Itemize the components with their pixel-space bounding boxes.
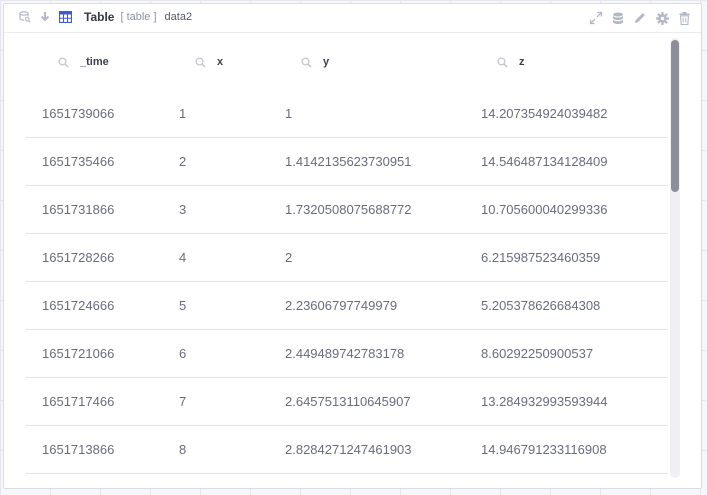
scrollbar-thumb[interactable] [671,40,679,192]
cell-x: 8 [163,425,269,474]
table-row: 1651739066 1 1 14.207354924039482 [26,90,668,138]
table-row: 1651724666 5 2.23606797749979 5.20537862… [26,281,668,330]
search-icon[interactable] [299,55,313,69]
delete-icon[interactable] [677,11,691,25]
cell-x: 7 [163,377,269,426]
cell-x: 2 [163,137,269,186]
column-header-y[interactable]: y [269,34,465,90]
cell-z: 8.60292250900537 [465,329,668,378]
search-icon[interactable] [193,55,207,69]
cell-y: 2.6457513110645907 [269,377,465,426]
cell-time: 1651735466 [26,137,163,186]
cell-time: 1651739066 [26,90,163,138]
cell-time: 1651728266 [26,233,163,282]
cell-x: 4 [163,233,269,282]
database-search-icon[interactable] [18,10,32,24]
download-icon[interactable] [38,10,52,24]
cell-y: 2.23606797749979 [269,281,465,330]
expand-icon[interactable] [589,11,603,25]
database-icon[interactable] [611,11,625,25]
search-icon[interactable] [56,55,70,69]
column-header-label: x [217,56,224,68]
cell-y: 1.4142135623730951 [269,137,465,186]
panel-title-group: Table [ table ] data2 [18,10,192,24]
panel-type-label: [ table ] [120,11,157,23]
column-header-label: z [519,56,525,68]
table-row: 1651713866 8 2.8284271247461903 14.94679… [26,425,668,474]
cell-x: 5 [163,281,269,330]
table-panel: Table [ table ] data2 _time x y z 165173… [3,3,702,489]
column-header-label: _time [80,56,109,68]
cell-z: 14.207354924039482 [465,90,668,138]
column-header-x[interactable]: x [163,34,269,90]
table-row: 1651721066 6 2.449489742783178 8.6029225… [26,329,668,378]
cell-y: 2.8284271247461903 [269,425,465,474]
table-icon [58,10,72,24]
cell-z: 13.284932993593944 [465,377,668,426]
table-header-row: _time x y z [26,34,668,90]
table-row: 1651735466 2 1.4142135623730951 14.54648… [26,137,668,186]
cell-z: 6.215987523460359 [465,233,668,282]
cell-x: 3 [163,185,269,234]
cell-x: 1 [163,90,269,138]
panel-name: data2 [164,11,193,23]
cell-y: 2 [269,233,465,282]
column-header-label: y [323,56,330,68]
cell-time: 1651731866 [26,185,163,234]
cell-y: 1.7320508075688772 [269,185,465,234]
panel-titlebar: Table [ table ] data2 [4,4,701,33]
cell-x: 6 [163,329,269,378]
table-row: 1651717466 7 2.6457513110645907 13.28493… [26,377,668,426]
column-header-time[interactable]: _time [26,34,163,90]
cell-z: 14.546487134128409 [465,137,668,186]
table-row: 1651728266 4 2 6.215987523460359 [26,233,668,282]
cell-z: 10.705600040299336 [465,185,668,234]
table-row: 1651731866 3 1.7320508075688772 10.70560… [26,185,668,234]
cell-time: 1651721066 [26,329,163,378]
cell-z: 5.205378626684308 [465,281,668,330]
panel-title: Table [84,10,115,24]
cell-y: 2.449489742783178 [269,329,465,378]
settings-icon[interactable] [655,11,669,25]
edit-icon[interactable] [633,11,647,25]
column-header-z[interactable]: z [465,34,668,90]
search-icon[interactable] [495,55,509,69]
data-table: _time x y z 1651739066 1 1 14.2073549240… [26,34,668,474]
vertical-scrollbar[interactable] [670,38,680,478]
panel-toolbar [589,11,691,25]
cell-z: 14.946791233116908 [465,425,668,474]
cell-time: 1651717466 [26,377,163,426]
table-scroll-area[interactable]: _time x y z 1651739066 1 1 14.2073549240… [26,34,668,474]
cell-time: 1651724666 [26,281,163,330]
cell-time: 1651713866 [26,425,163,474]
cell-y: 1 [269,90,465,138]
